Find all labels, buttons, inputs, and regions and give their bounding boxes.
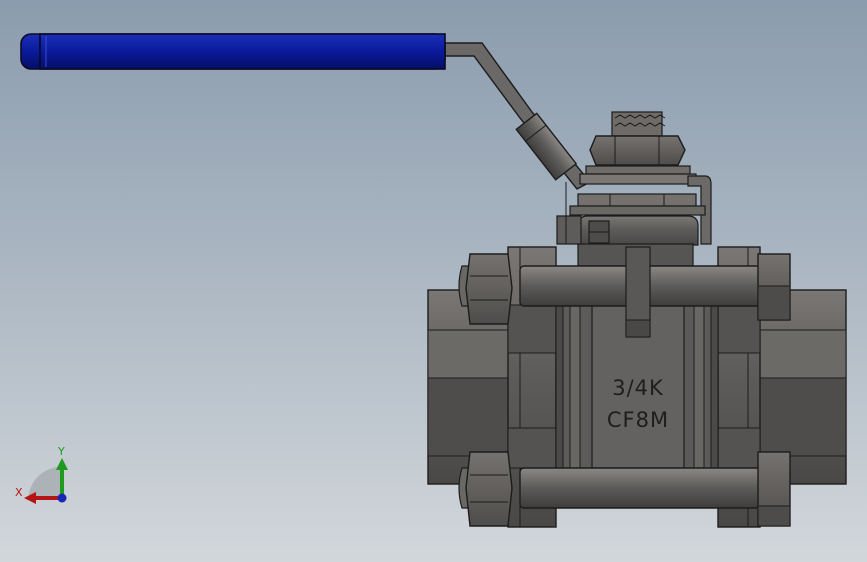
tie-rod-bottom [519,467,761,509]
stem-thread [611,111,666,137]
handle-sleeve [515,112,578,181]
bolt-nut-bottom-right [757,451,791,527]
graphics-viewport[interactable]: 3/4K CF8M Y X [0,0,867,562]
coordinate-triad[interactable]: Y X [15,445,68,504]
stem-nut [589,135,686,166]
stop-plate [579,173,697,185]
body-marking-size: 3/4K [612,376,664,400]
stem-assembly [556,111,712,267]
body-marking-material: CF8M [607,408,669,432]
triad-x-label: X [15,486,23,499]
handle-lever[interactable] [20,33,592,190]
handle-grip[interactable] [20,33,446,70]
lock-washer [585,165,691,175]
triad-z-axis [57,493,67,503]
triad-y-label: Y [57,445,65,458]
cad-scene[interactable]: 3/4K CF8M Y X [0,0,867,562]
bolt-nut-top-right [757,253,791,321]
triad-plane [28,466,62,498]
